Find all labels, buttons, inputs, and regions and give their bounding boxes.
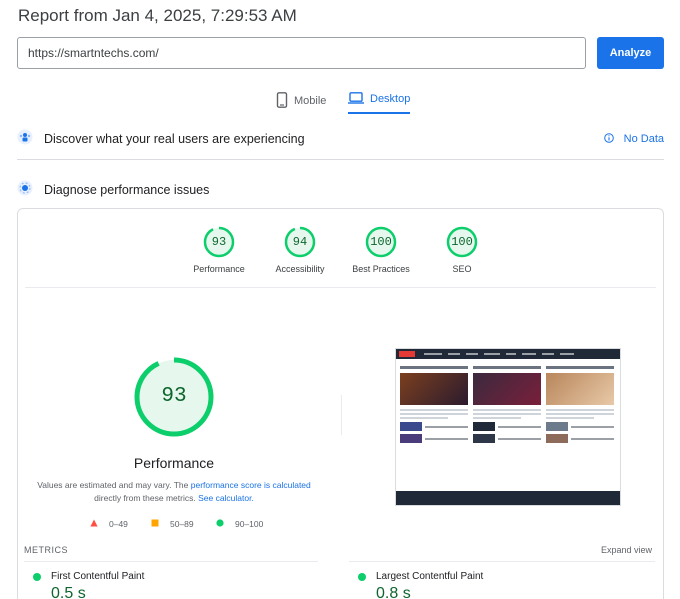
legend-range: 90–100 (235, 519, 264, 529)
legend-range: 50–89 (170, 519, 194, 529)
see-calculator-link[interactable]: See calculator. (198, 493, 254, 503)
thumbnail-nav-item (424, 353, 442, 355)
tab-desktop-label: Desktop (370, 93, 411, 105)
mobile-phone-icon (276, 91, 294, 111)
analyze-button[interactable]: Analyze (597, 37, 664, 69)
score-ring: 100 (445, 225, 479, 259)
legend-fail: 0–49 (90, 519, 128, 529)
score-label: Best Practices (352, 264, 410, 274)
performance-description: Values are estimated and may vary. The p… (24, 479, 324, 505)
score-value: 93 (211, 235, 227, 249)
tab-desktop[interactable]: Desktop (348, 88, 411, 114)
thumbnail-nav-item (560, 353, 574, 355)
thumbnail-article-column (546, 363, 614, 443)
score-label: SEO (452, 264, 472, 274)
legend-range: 0–49 (109, 519, 128, 529)
pass-circle-icon (358, 572, 366, 581)
score-ring: 94 (283, 225, 317, 259)
score-label: Accessibility (275, 264, 325, 274)
score-calculated-link[interactable]: performance score is calculated (191, 480, 311, 490)
discover-title: Discover what your real users are experi… (44, 132, 305, 146)
triangle-icon (90, 519, 98, 529)
metric-largest-contentful-paint: Largest Contentful Paint 0.8 s (358, 571, 483, 599)
divider (17, 159, 664, 160)
thumbnail-navbar (396, 349, 620, 359)
thumbnail-nav-item (466, 353, 478, 355)
legend-average: 50–89 (151, 519, 194, 529)
no-data-status[interactable]: No Data (603, 132, 664, 146)
score-gauge-performance[interactable]: 93 Performance (179, 225, 259, 274)
score-gauge-accessibility[interactable]: 94 Accessibility (260, 225, 340, 274)
pass-circle-icon (33, 572, 41, 581)
expand-view-button[interactable]: Expand view (601, 545, 652, 555)
thumbnail-nav-item (506, 353, 516, 355)
score-gauge-seo[interactable]: 100 SEO (422, 225, 502, 274)
metric-first-contentful-paint: First Contentful Paint 0.5 s (33, 571, 144, 599)
thumbnail-nav-item (448, 353, 460, 355)
no-data-label: No Data (623, 133, 664, 145)
legend-pass: 90–100 (216, 519, 263, 529)
score-value: 100 (370, 235, 392, 249)
divider (25, 287, 656, 288)
tab-mobile[interactable]: Mobile (276, 88, 326, 114)
score-value: 94 (292, 235, 308, 249)
diagnose-section: Diagnose performance issues (17, 179, 664, 201)
diagnose-title: Diagnose performance issues (44, 183, 210, 197)
performance-score: 93 (161, 385, 187, 408)
thumbnail-logo (399, 351, 415, 357)
score-ring: 100 (364, 225, 398, 259)
score-label: Performance (193, 264, 245, 274)
square-icon (151, 519, 159, 529)
info-icon (603, 132, 614, 146)
metric-value: 0.5 s (51, 585, 86, 599)
divider (24, 561, 318, 562)
score-value: 100 (451, 235, 473, 249)
metric-name: First Contentful Paint (51, 571, 145, 582)
desc-text: directly from these metrics. (94, 493, 199, 503)
thumbnail-nav-item (522, 353, 536, 355)
metric-name: Largest Contentful Paint (376, 571, 484, 582)
page-screenshot (395, 348, 621, 506)
metric-value: 0.8 s (376, 585, 411, 599)
lab-diagnose-icon (17, 180, 33, 201)
thumbnail-footer (396, 491, 620, 505)
divider (341, 395, 342, 435)
thumbnail-article-column (473, 363, 541, 443)
laptop-icon (348, 91, 370, 107)
report-title: Report from Jan 4, 2025, 7:29:53 AM (18, 6, 297, 25)
score-gauge-best-practices[interactable]: 100 Best Practices (341, 225, 421, 274)
url-input[interactable] (17, 37, 586, 69)
metrics-heading: METRICS (24, 545, 68, 555)
desc-text: Values are estimated and may vary. The (37, 480, 191, 490)
thumbnail-nav-item (484, 353, 500, 355)
discover-section[interactable]: Discover what your real users are experi… (17, 128, 664, 150)
thumbnail-article-column (400, 363, 468, 443)
divider (349, 561, 655, 562)
circle-icon (216, 519, 224, 529)
thumbnail-nav-item (542, 353, 554, 355)
score-ring: 93 (202, 225, 236, 259)
tab-mobile-label: Mobile (294, 95, 327, 107)
users-icon (17, 129, 33, 150)
performance-title: Performance (133, 455, 215, 471)
